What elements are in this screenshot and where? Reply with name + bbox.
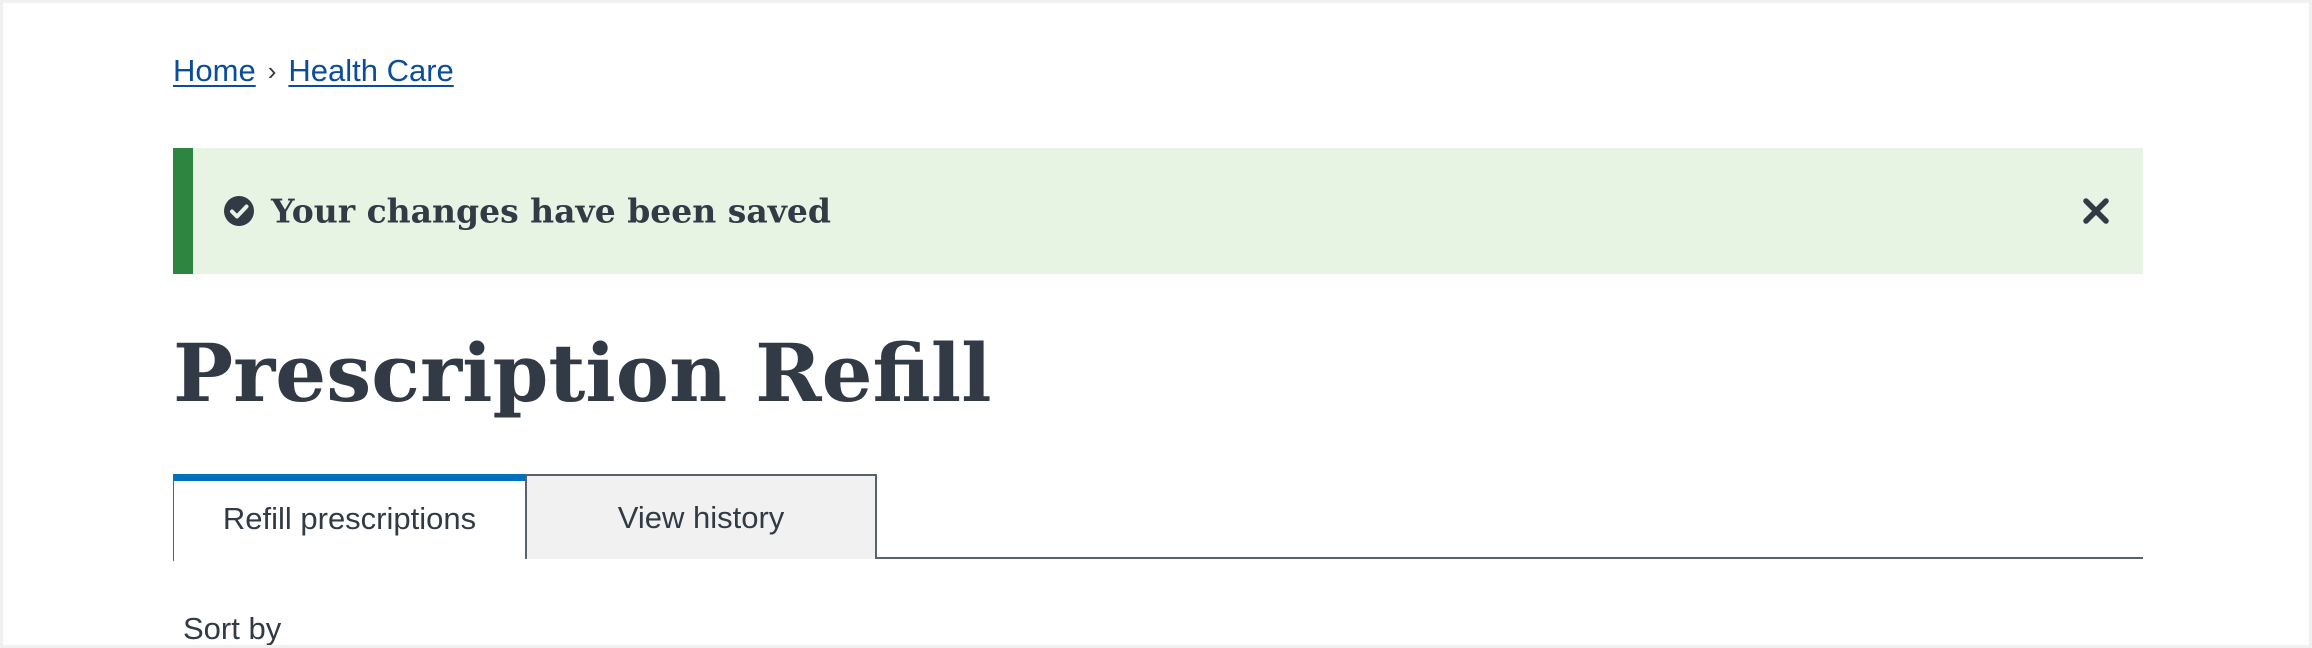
tab-view-history[interactable]: View history — [525, 474, 877, 559]
tab-list: Refill prescriptions View history — [173, 474, 2143, 561]
check-circle-icon — [224, 196, 254, 226]
success-alert: Your changes have been saved — [173, 148, 2143, 274]
breadcrumb-link-home[interactable]: Home — [173, 51, 256, 91]
sort-by-label: Sort by — [183, 611, 282, 645]
breadcrumb: Home › Health Care — [173, 51, 454, 91]
close-icon — [2083, 198, 2109, 224]
breadcrumb-link-health-care[interactable]: Health Care — [288, 51, 453, 91]
alert-message: Your changes have been saved — [271, 191, 831, 231]
page-title: Prescription Refill — [173, 326, 992, 420]
tab-refill-prescriptions[interactable]: Refill prescriptions — [173, 474, 525, 561]
breadcrumb-separator: › — [267, 56, 277, 86]
page-frame: Home › Health Care Your changes have bee… — [3, 3, 2309, 645]
alert-close-button[interactable] — [2079, 194, 2113, 228]
